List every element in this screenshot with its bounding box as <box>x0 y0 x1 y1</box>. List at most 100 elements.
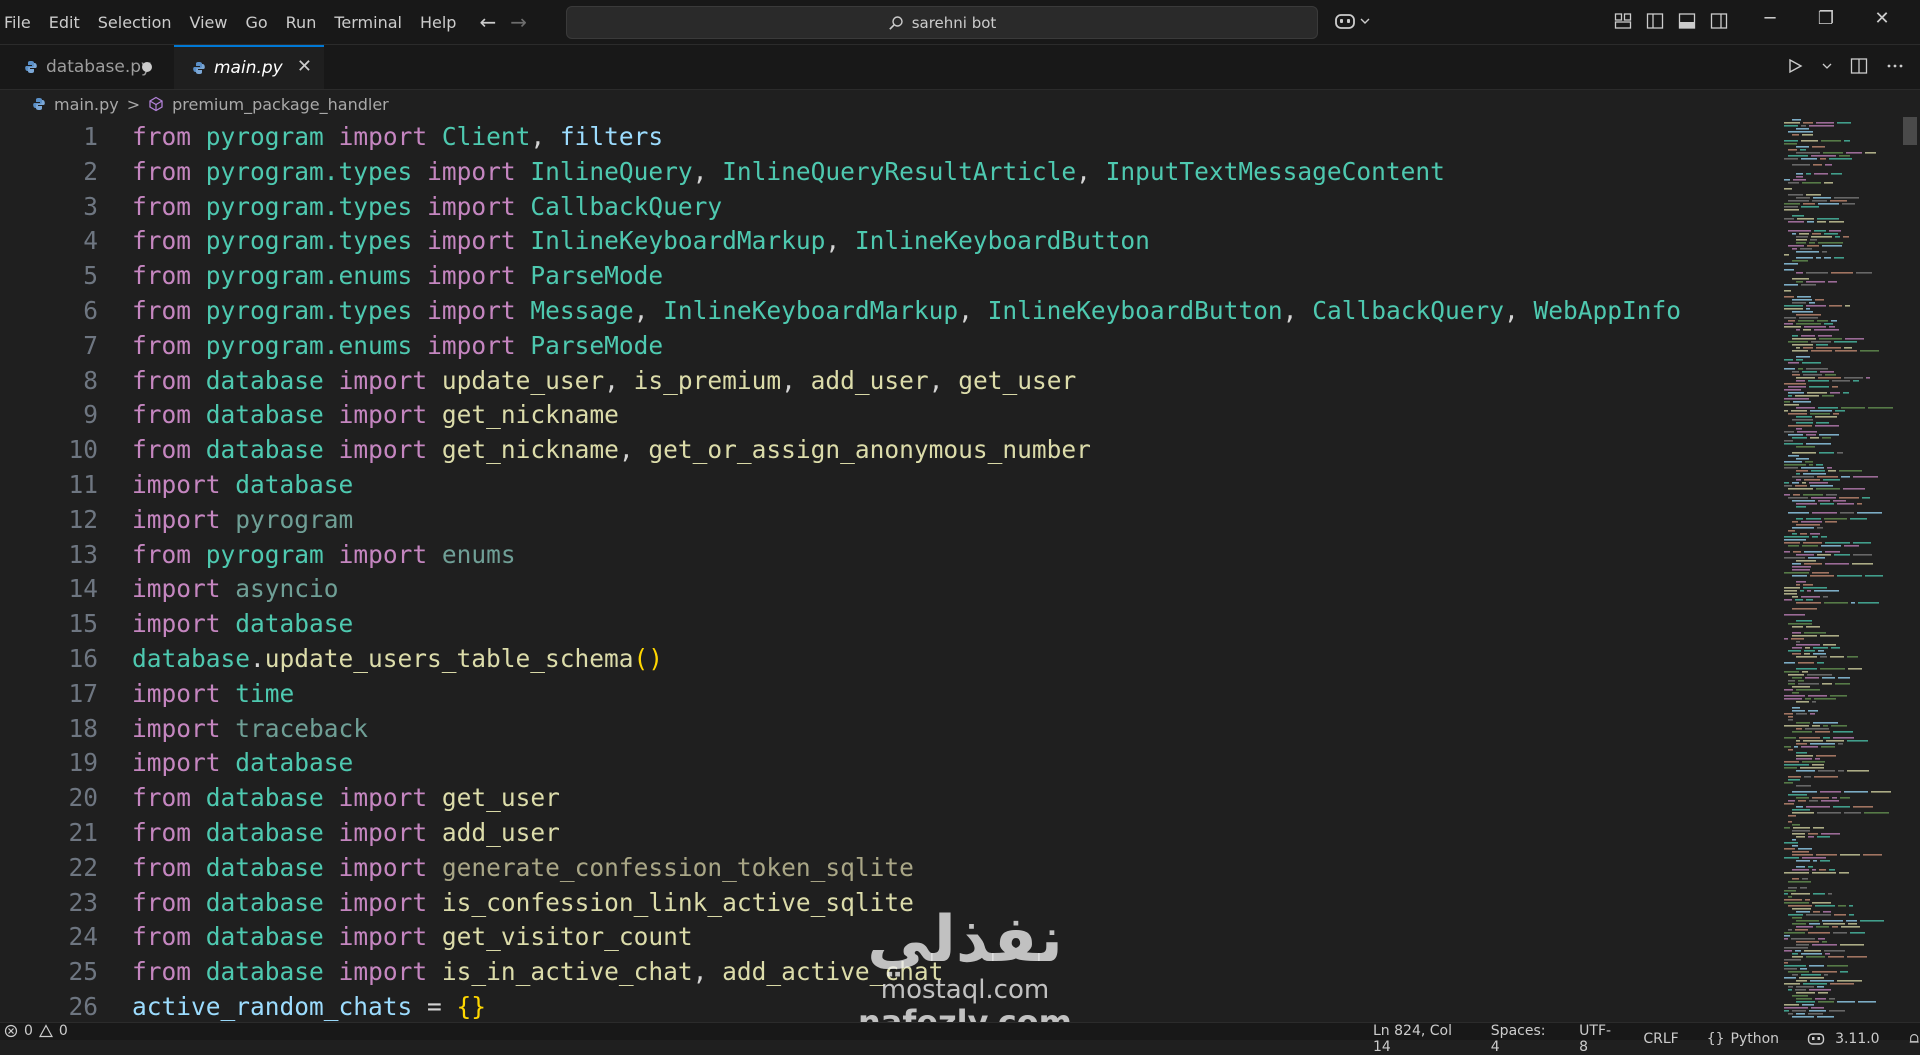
minimap-stroke <box>1805 728 1829 730</box>
chevron-down-icon[interactable] <box>1822 57 1832 75</box>
minimap-stroke <box>1793 827 1810 829</box>
minimap-stroke <box>1817 218 1839 220</box>
toggle-primary-sidebar-icon[interactable] <box>1646 12 1664 30</box>
notifications-bell-icon[interactable] <box>1908 1032 1920 1046</box>
code-line[interactable]: 3 from pyrogram.types import CallbackQuer… <box>0 189 1780 224</box>
encoding[interactable]: UTF-8 <box>1579 1023 1615 1055</box>
code-editor[interactable]: 1 from pyrogram import Client, filters 2 fr… <box>0 119 1780 1022</box>
code-line[interactable]: 9 from database import get_nickname <box>0 397 1780 432</box>
minimap-stroke <box>1818 992 1828 994</box>
interpreter[interactable]: 3.11.0 <box>1807 1031 1880 1047</box>
menu-terminal[interactable]: Terminal <box>325 13 411 32</box>
split-editor-icon[interactable] <box>1850 57 1868 75</box>
code-line[interactable]: 15 import database <box>0 606 1780 641</box>
code-line[interactable]: 6 from pyrogram.types import Message, Inl… <box>0 293 1780 328</box>
minimap[interactable] <box>1782 117 1900 1022</box>
minimap-stroke <box>1802 371 1817 373</box>
menu-selection[interactable]: Selection <box>89 13 181 32</box>
code-line[interactable]: 13 from pyrogram import enums <box>0 537 1780 572</box>
minimap-stroke <box>1792 233 1796 235</box>
tab-database-py[interactable]: database.py <box>0 45 175 89</box>
scrollbar-thumb[interactable] <box>1903 117 1917 145</box>
menu-view[interactable]: View <box>181 13 237 32</box>
code-line[interactable]: 1 from pyrogram import Client, filters <box>0 119 1780 154</box>
minimap-stroke <box>1809 242 1815 244</box>
menu-run[interactable]: Run <box>277 13 326 32</box>
code-token: ParseMode <box>530 330 664 360</box>
menu-help[interactable]: Help <box>411 13 465 32</box>
problems-indicator[interactable]: 0 0 <box>4 1023 68 1039</box>
code-token: InlineKeyboardButton <box>987 296 1283 325</box>
code-token: asyncio <box>235 574 339 604</box>
code-line[interactable]: 14 import asyncio <box>0 571 1780 606</box>
customize-layout-icon[interactable] <box>1614 12 1632 30</box>
code-line[interactable]: 18 import traceback <box>0 711 1780 746</box>
minimap-stroke <box>1784 206 1798 208</box>
unsaved-changes-dot-icon[interactable] <box>142 62 152 72</box>
code-line[interactable]: 11 import database <box>0 467 1780 502</box>
code-line[interactable]: 21 from database import add_user <box>0 815 1780 850</box>
minimap-stroke <box>1804 650 1815 652</box>
forward-arrow-icon[interactable]: → <box>510 10 527 34</box>
minimap-stroke <box>1808 695 1827 697</box>
code-line[interactable]: 4 from pyrogram.types import InlineKeyboa… <box>0 223 1780 258</box>
toggle-panel-icon[interactable] <box>1678 12 1696 30</box>
vertical-scrollbar[interactable] <box>1902 117 1920 1022</box>
minimap-stroke <box>1788 545 1799 547</box>
code-line[interactable]: 7 from pyrogram.enums import ParseMode <box>0 328 1780 363</box>
close-tab-icon[interactable]: ✕ <box>297 56 312 77</box>
code-text: from pyrogram import enums <box>132 540 516 569</box>
minimap-stroke <box>1813 860 1817 862</box>
minimap-stroke <box>1809 482 1828 484</box>
minimap-stroke <box>1792 845 1798 847</box>
line-number: 4 <box>83 226 98 256</box>
minimap-stroke <box>1796 152 1820 154</box>
code-line[interactable]: 2 from pyrogram.types import InlineQuery,… <box>0 154 1780 189</box>
code-line[interactable]: 22 from database import generate_confessi… <box>0 850 1780 885</box>
minimap-stroke <box>1804 563 1822 565</box>
tab-main-py[interactable]: main.py ✕ <box>174 45 324 89</box>
indentation[interactable]: Spaces: 4 <box>1491 1023 1551 1055</box>
minimap-stroke <box>1796 1013 1805 1015</box>
minimap-stroke <box>1788 512 1809 514</box>
back-arrow-icon[interactable]: ← <box>479 10 496 34</box>
minimap-stroke <box>1796 146 1809 148</box>
minimap-stroke <box>1817 221 1826 223</box>
breadcrumb-file[interactable]: main.py <box>54 95 119 114</box>
minimap-stroke <box>1796 446 1815 448</box>
code-line[interactable]: 5 from pyrogram.enums import ParseMode <box>0 258 1780 293</box>
menu-go[interactable]: Go <box>236 13 276 32</box>
minimap-stroke <box>1817 476 1838 478</box>
minimap-stroke <box>1788 395 1792 397</box>
cursor-position[interactable]: Ln 824, Col 14 <box>1373 1023 1463 1055</box>
toggle-secondary-sidebar-icon[interactable] <box>1710 12 1728 30</box>
menu-file[interactable]: File <box>4 13 40 32</box>
code-line[interactable]: 16 database.update_users_table_schema() <box>0 641 1780 676</box>
code-line[interactable]: 20 from database import get_user <box>0 780 1780 815</box>
code-line[interactable]: 12 import pyrogram <box>0 502 1780 537</box>
symbol-method-icon <box>149 96 163 112</box>
minimap-stroke <box>1796 740 1800 742</box>
language-mode[interactable]: {} Python <box>1707 1031 1779 1047</box>
code-line[interactable]: 17 import time <box>0 676 1780 711</box>
restore-icon[interactable]: ❐ <box>1816 8 1836 29</box>
close-window-icon[interactable]: ✕ <box>1872 8 1892 29</box>
minimap-stroke <box>1784 827 1790 829</box>
code-line[interactable]: 10 from database import get_nickname, get… <box>0 432 1780 467</box>
run-icon[interactable] <box>1786 57 1804 75</box>
copilot-menu[interactable] <box>1334 11 1370 31</box>
command-center[interactable]: sarehni bot <box>566 6 1318 39</box>
breadcrumb-symbol[interactable]: premium_package_handler <box>172 95 389 114</box>
code-line[interactable]: 19 import database <box>0 745 1780 780</box>
code-line[interactable]: 8 from database import update_user, is_pr… <box>0 363 1780 398</box>
minimap-stroke <box>1818 770 1835 772</box>
code-token: import <box>338 122 428 151</box>
minimap-stroke <box>1837 980 1862 982</box>
minimize-icon[interactable]: ─ <box>1760 8 1780 29</box>
menu-edit[interactable]: Edit <box>40 13 89 32</box>
minimap-stroke <box>1847 956 1867 958</box>
minimap-stroke <box>1784 179 1790 181</box>
more-actions-icon[interactable] <box>1886 57 1904 75</box>
python-version: 3.11.0 <box>1835 1031 1880 1047</box>
end-of-line[interactable]: CRLF <box>1643 1031 1678 1047</box>
